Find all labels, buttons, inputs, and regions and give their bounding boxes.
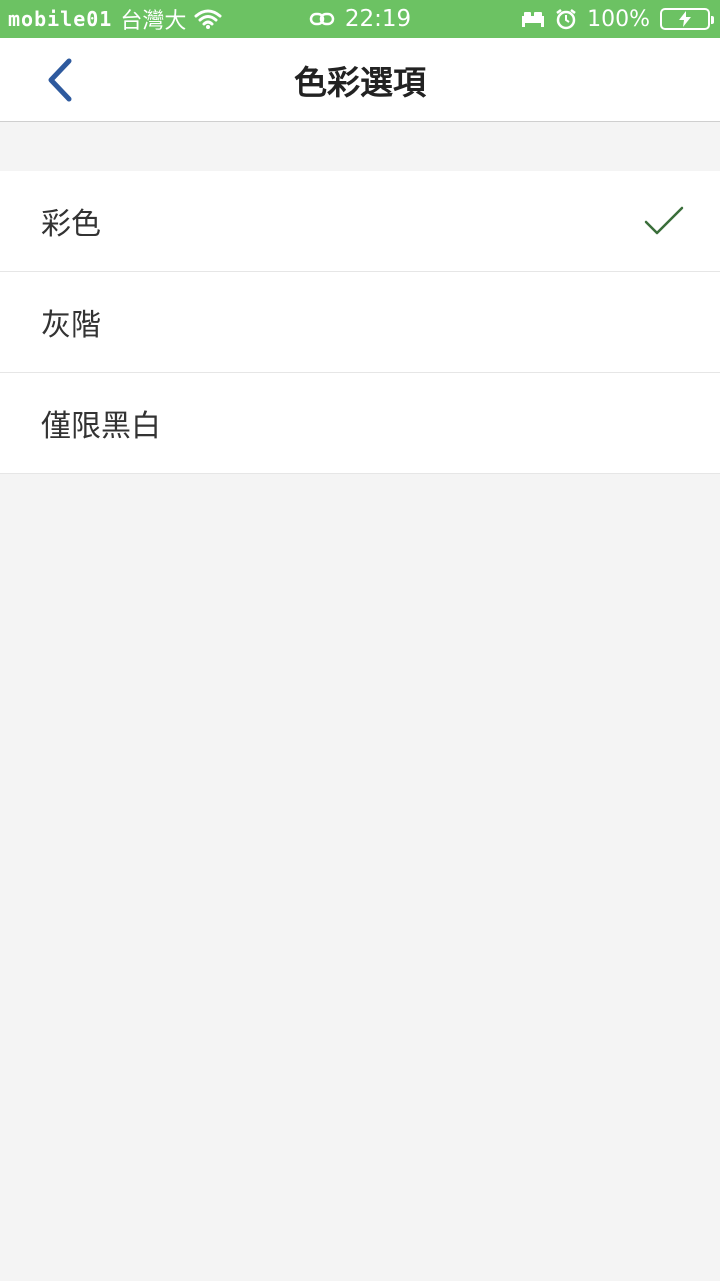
option-label: 彩色	[41, 207, 101, 242]
status-bar: mobile01 台灣大 22:19 100%	[0, 0, 720, 38]
option-color[interactable]: 彩色	[0, 171, 720, 272]
watermark-logo: mobile01	[8, 7, 113, 31]
wifi-icon	[194, 9, 222, 29]
checkmark-icon	[644, 206, 684, 235]
back-button[interactable]	[30, 50, 90, 110]
link-icon	[309, 12, 335, 26]
battery-charging-icon	[660, 8, 714, 30]
carrier-name: 台灣大	[120, 9, 187, 34]
page-title: 色彩選項	[294, 63, 426, 102]
option-grayscale[interactable]: 灰階	[0, 272, 720, 373]
option-label: 灰階	[41, 308, 101, 343]
option-black-white[interactable]: 僅限黑白	[0, 373, 720, 474]
bed-icon	[522, 12, 545, 27]
status-right: 100%	[521, 0, 714, 38]
option-label: 僅限黑白	[41, 409, 161, 444]
battery-percent: 100%	[587, 6, 650, 32]
chevron-left-icon	[48, 58, 72, 102]
status-left: mobile01 台灣大	[8, 0, 222, 38]
color-options-list: 彩色 灰階 僅限黑白	[0, 171, 720, 474]
navigation-bar: 色彩選項	[0, 38, 720, 122]
alarm-icon	[556, 9, 576, 30]
clock-time: 22:19	[344, 6, 412, 32]
